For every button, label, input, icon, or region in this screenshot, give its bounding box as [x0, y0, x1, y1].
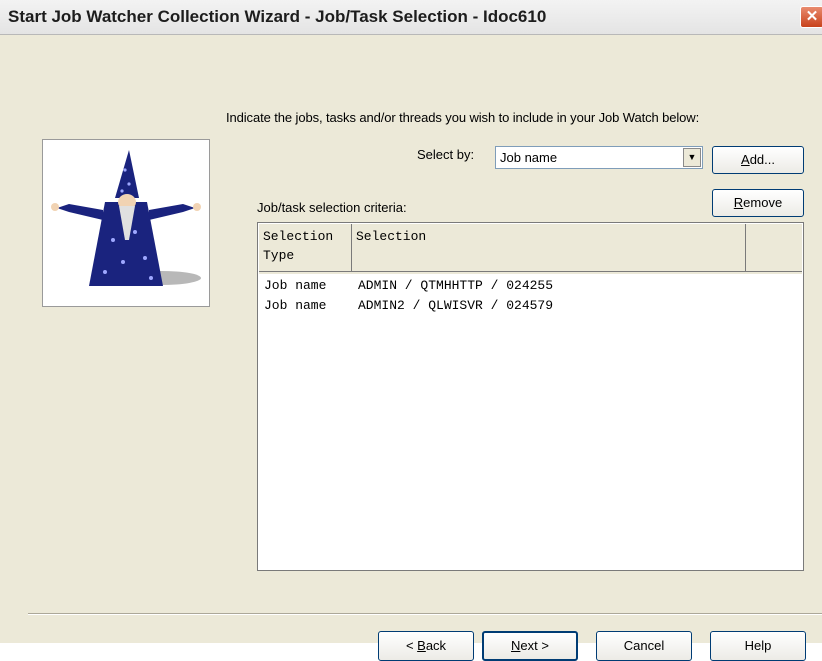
wizard-window: Start Job Watcher Collection Wizard - Jo…: [0, 0, 822, 661]
back-label: ack: [425, 638, 447, 653]
remove-mnemonic: R: [733, 195, 744, 210]
remove-button[interactable]: Remove: [712, 189, 804, 217]
select-by-label: Select by:: [417, 147, 475, 162]
back-prefix: <: [405, 638, 418, 653]
column-header-line: Type: [263, 248, 295, 263]
instruction-text: Indicate the jobs, tasks and/or threads …: [226, 110, 700, 125]
cell-type: Job name: [264, 278, 327, 293]
column-header-empty: [746, 224, 802, 272]
title-bar[interactable]: Start Job Watcher Collection Wizard - Jo…: [0, 0, 822, 35]
help-button[interactable]: Help: [710, 631, 806, 661]
cancel-button[interactable]: Cancel: [596, 631, 692, 661]
footer-separator: [28, 613, 822, 615]
cell-type: Job name: [264, 298, 327, 313]
client-area: Indicate the jobs, tasks and/or threads …: [0, 35, 822, 661]
select-by-value: Job name: [500, 150, 558, 165]
add-mnemonic: A: [741, 152, 750, 167]
criteria-label: Job/task selection criteria:: [257, 200, 407, 215]
close-icon[interactable]: ✕: [800, 6, 822, 28]
select-by-dropdown[interactable]: Job name ▼: [495, 146, 703, 169]
table-header: Selection Type Selection: [259, 224, 802, 274]
cell-selection: ADMIN2 / QLWISVR / 024579: [358, 298, 554, 313]
wizard-illustration-icon: [51, 150, 201, 286]
back-mnemonic: B: [417, 638, 426, 653]
chevron-down-icon[interactable]: ▼: [683, 148, 701, 167]
cell-selection: ADMIN / QTMHHTTP / 024255: [358, 278, 554, 293]
remove-label: emove: [743, 195, 783, 210]
back-button[interactable]: < Back: [378, 631, 474, 661]
table-row[interactable]: Job name ADMIN / QTMHHTTP / 024255: [264, 278, 553, 298]
column-header-line: Selection: [356, 229, 427, 244]
selection-table[interactable]: Selection Type Selection Job name ADMIN /…: [257, 222, 804, 571]
column-header-selection[interactable]: Selection: [352, 224, 746, 272]
table-body: Job name ADMIN / QTMHHTTP / 024255 Job na…: [264, 278, 553, 318]
window-title: Start Job Watcher Collection Wizard - Jo…: [8, 7, 547, 26]
add-label: dd...: [749, 152, 775, 167]
column-header-selection-type[interactable]: Selection Type: [259, 224, 352, 272]
next-mnemonic: N: [511, 638, 521, 653]
next-button[interactable]: Next >: [482, 631, 578, 661]
column-header-line: Selection: [263, 229, 334, 244]
add-button[interactable]: Add...: [712, 146, 804, 174]
next-label: ext >: [520, 638, 549, 653]
wizard-image-panel: [42, 139, 210, 307]
table-row[interactable]: Job name ADMIN2 / QLWISVR / 024579: [264, 298, 553, 318]
